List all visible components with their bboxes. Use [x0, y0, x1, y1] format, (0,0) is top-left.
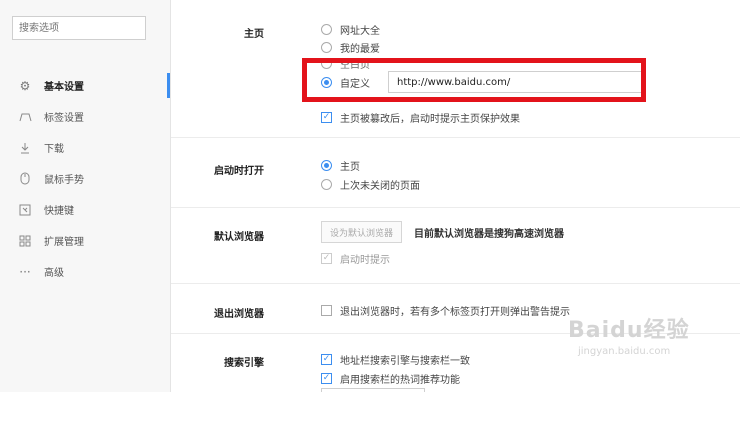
homepage-option-blank[interactable]: 空白页 [321, 61, 370, 71]
sidebar-item-basic[interactable]: ⚙ 基本设置 [0, 70, 170, 101]
sidebar-item-label: 鼠标手势 [44, 175, 84, 186]
sidebar-item-label: 基本设置 [44, 82, 84, 93]
sidebar-item-mouse-gesture[interactable]: 鼠标手势 [0, 163, 170, 194]
exit-browser-label: 退出浏览器 [214, 309, 264, 320]
exit-browser-warn-option[interactable]: 退出浏览器时，若有多个标签页打开则弹出警告提示 [321, 303, 570, 318]
sidebar-item-label: 扩展管理 [44, 237, 84, 248]
tab-icon [18, 110, 32, 124]
checkbox-checked-disabled[interactable]: ✓ [321, 253, 332, 264]
search-engine-option-hotwords[interactable]: ✓ 启用搜索栏的热词推荐功能 [321, 371, 460, 386]
radio-button-selected[interactable] [321, 160, 332, 171]
startup-option-restore[interactable]: 上次未关闭的页面 [321, 177, 420, 192]
homepage-url-input[interactable] [388, 71, 642, 93]
startup-option-homepage[interactable]: 主页 [321, 158, 360, 173]
search-engine-label: 搜索引擎 [224, 358, 264, 369]
sidebar-item-advanced[interactable]: ··· 高级 [0, 256, 170, 287]
settings-search-input[interactable] [12, 16, 146, 40]
homepage-protect-option[interactable]: ✓ 主页被篡改后，启动时提示主页保护效果 [321, 110, 520, 125]
sidebar-item-shortcuts[interactable]: 快捷键 [0, 194, 170, 225]
divider [171, 333, 740, 334]
gear-icon: ⚙ [19, 78, 31, 93]
divider [171, 207, 740, 208]
sidebar-item-label: 下载 [44, 144, 64, 155]
radio-button-selected[interactable] [321, 76, 332, 88]
homepage-option-favorites[interactable]: 我的最爱 [321, 40, 380, 55]
sidebar-item-label: 高级 [44, 268, 64, 279]
extensions-icon [18, 234, 32, 248]
radio-button[interactable] [321, 61, 332, 69]
default-browser-prompt-option[interactable]: ✓ 启动时提示 [321, 251, 390, 266]
sidebar-item-label: 标签设置 [44, 113, 84, 124]
homepage-label: 主页 [244, 29, 264, 40]
checkbox[interactable] [321, 305, 332, 316]
settings-main: 主页 网址大全 我的最爱 空白页 自定义 ✓ 主页被篡改后，启动时提示主页保护效… [171, 0, 740, 392]
startup-label: 启动时打开 [214, 166, 264, 177]
homepage-option-nav[interactable]: 网址大全 [321, 22, 380, 37]
default-browser-label: 默认浏览器 [214, 232, 264, 243]
default-browser-status: 目前默认浏览器是搜狗高速浏览器 [414, 228, 565, 240]
radio-button[interactable] [321, 24, 332, 35]
sidebar: ⚙ 基本设置 标签设置 下载 鼠标手势 快捷键 [0, 0, 171, 392]
default-browser-row: 设为默认浏览器 目前默认浏览器是搜狗高速浏览器 [321, 221, 564, 243]
sidebar-item-tabs[interactable]: 标签设置 [0, 101, 170, 132]
set-default-browser-button[interactable]: 设为默认浏览器 [321, 221, 403, 243]
download-icon [18, 141, 32, 155]
checkbox-checked[interactable]: ✓ [321, 112, 332, 123]
checkbox-checked[interactable]: ✓ [321, 373, 332, 384]
sidebar-nav: ⚙ 基本设置 标签设置 下载 鼠标手势 快捷键 扩展管理 ··· 高级 [0, 70, 170, 287]
search-engine-select-partial[interactable] [321, 388, 425, 392]
search-engine-option-sync[interactable]: ✓ 地址栏搜索引擎与搜索栏一致 [321, 352, 470, 367]
checkbox-checked[interactable]: ✓ [321, 354, 332, 365]
keyboard-icon [18, 203, 32, 217]
radio-button[interactable] [321, 179, 332, 190]
more-icon: ··· [19, 264, 31, 279]
divider [171, 137, 740, 138]
mouse-icon [18, 172, 32, 186]
sidebar-item-label: 快捷键 [44, 206, 74, 217]
radio-button[interactable] [321, 42, 332, 53]
divider [171, 283, 740, 284]
homepage-option-custom[interactable]: 自定义 [321, 71, 642, 93]
sidebar-item-extensions[interactable]: 扩展管理 [0, 225, 170, 256]
sidebar-item-download[interactable]: 下载 [0, 132, 170, 163]
